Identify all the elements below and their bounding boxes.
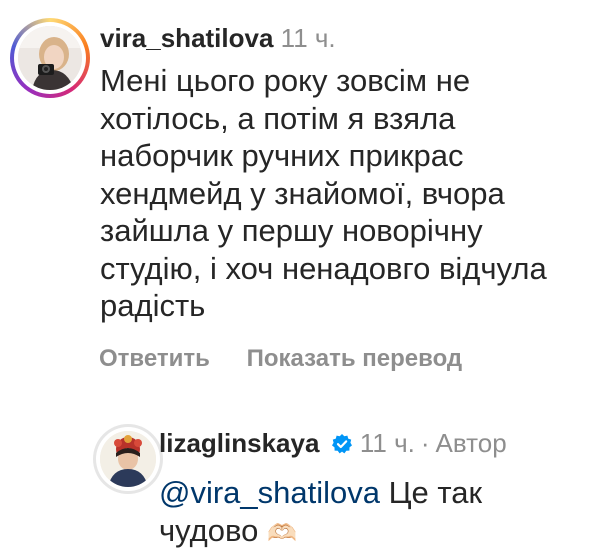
verified-badge-icon <box>331 431 353 461</box>
show-translation-button[interactable]: Показать перевод <box>247 344 463 374</box>
comment-actions: Ответить Показать перевод <box>99 344 492 374</box>
comment-line: наборчик ручних прикрас <box>100 138 464 173</box>
mention-link[interactable]: @vira_shatilova <box>159 475 380 510</box>
comment-line: радість <box>100 288 206 323</box>
reply-line: чудово 🫶🏻 <box>159 512 482 553</box>
meta-separator: · <box>420 428 430 458</box>
reply-header: lizaglinskaya 11 ч. · Автор <box>159 428 507 461</box>
comment-line: хендмейд у знайомої, вчора <box>100 175 505 211</box>
reply-button[interactable]: Ответить <box>99 344 210 374</box>
avatar[interactable] <box>100 431 156 487</box>
reply-username[interactable]: lizaglinskaya <box>159 428 319 458</box>
comment-line: зайшла у першу новорічну <box>100 213 483 248</box>
reply-text-part: чудово <box>159 512 259 548</box>
comment-time: 11 ч. <box>280 23 336 53</box>
comment-text: Мені цього року зовсім не хотілось, а по… <box>100 62 547 325</box>
comment-header: vira_shatilova 11 ч. <box>100 23 336 53</box>
comment-line: хотілось, а потім я взяла <box>100 100 456 136</box>
comment-line: студію, і хоч ненадовго відчула <box>100 250 547 286</box>
reply-time: 11 ч. <box>359 428 415 458</box>
reply-text: @vira_shatilova Це так чудово 🫶🏻 <box>159 474 482 552</box>
comment-username[interactable]: vira_shatilova <box>100 23 273 53</box>
avatar[interactable] <box>18 26 82 90</box>
reply-line: @vira_shatilova Це так <box>159 474 482 512</box>
heart-hands-emoji-icon: 🫶🏻 <box>266 519 297 547</box>
author-label: Автор <box>435 428 507 458</box>
comment-line: Мені цього року зовсім не <box>100 63 471 98</box>
reply-text-part: Це так <box>380 475 483 510</box>
